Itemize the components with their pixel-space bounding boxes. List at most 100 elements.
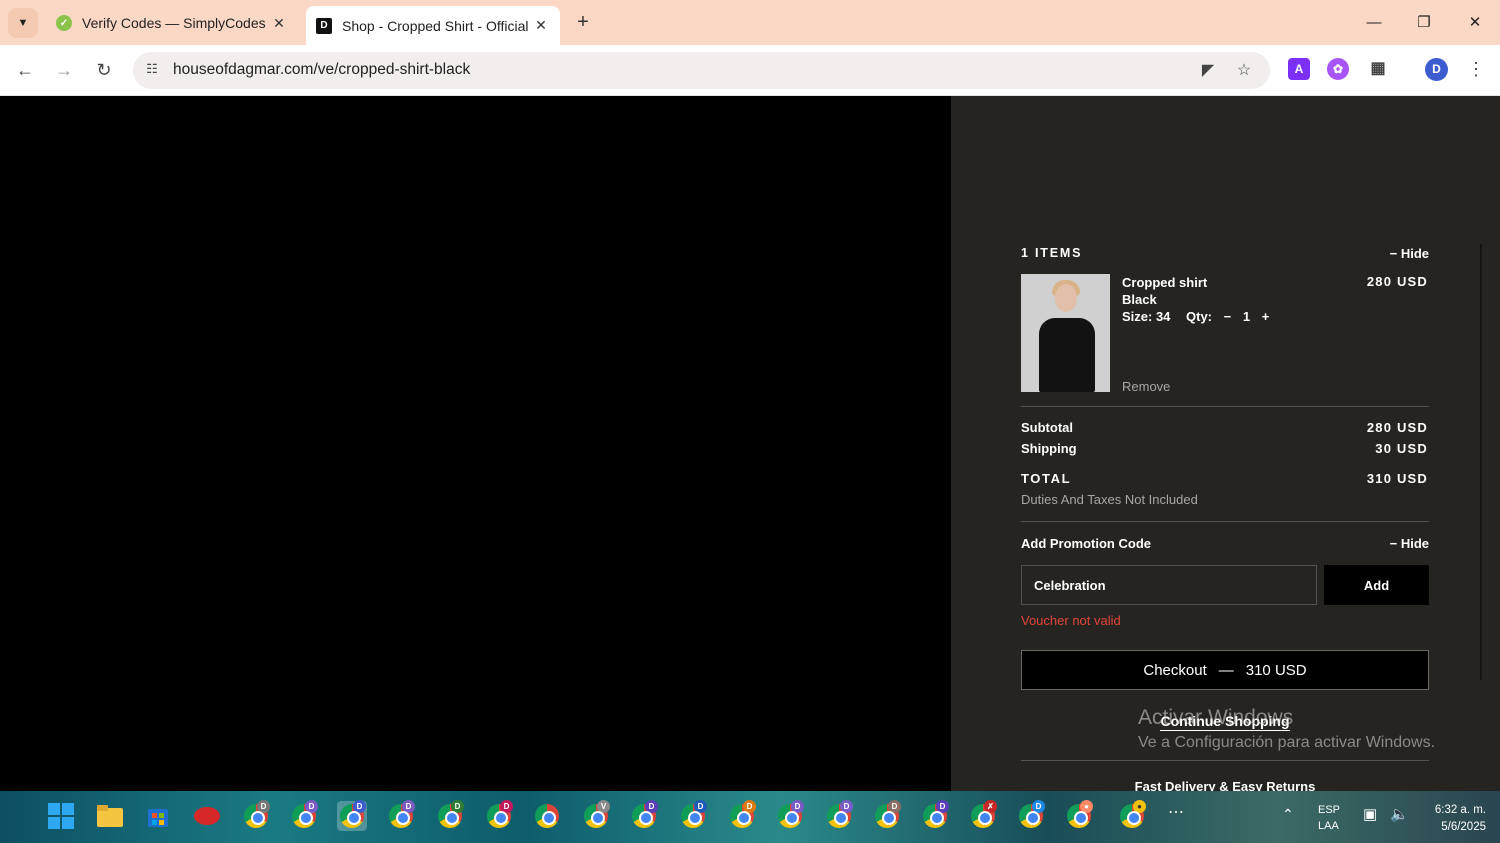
tab-search-button[interactable]: ▼ <box>8 8 38 38</box>
volume-icon[interactable]: 🔈 <box>1390 807 1409 822</box>
chrome-taskbar-icon[interactable] <box>532 801 562 831</box>
chrome-taskbar-icon[interactable]: D <box>386 800 416 831</box>
product-thumbnail[interactable] <box>1021 274 1110 392</box>
close-tab-icon[interactable]: ✕ <box>270 15 288 32</box>
dagmar-icon: D <box>316 17 332 34</box>
total-label: TOTAL <box>1021 471 1072 486</box>
product-size: Size: 34 <box>1122 309 1171 324</box>
add-promo-button[interactable]: Add <box>1324 565 1429 605</box>
app-red-icon[interactable] <box>192 801 222 831</box>
qty-decrease-button[interactable]: − <box>1224 309 1232 324</box>
chrome-taskbar-icon[interactable]: D <box>241 800 271 831</box>
chrome-taskbar-icon[interactable]: D <box>775 800 805 831</box>
chrome-taskbar-icon[interactable]: ✗ <box>968 800 998 831</box>
chrome-taskbar-icon[interactable]: D <box>727 800 757 831</box>
cart-scrollbar[interactable] <box>1480 244 1482 680</box>
chrome-taskbar-icon[interactable]: D <box>484 800 514 831</box>
network-icon[interactable]: ▣ <box>1363 807 1377 822</box>
language-layout: LAA <box>1318 820 1339 832</box>
duties-note: Duties And Taxes Not Included <box>1021 492 1198 507</box>
clock[interactable]: 6:32 a. m. 5/6/2025 <box>1426 802 1486 836</box>
simplycodes-icon: ✓ <box>56 15 72 31</box>
restore-button[interactable]: ❐ <box>1401 8 1447 38</box>
close-window-button[interactable]: ✕ <box>1452 8 1498 38</box>
divider <box>1021 760 1429 761</box>
reload-button[interactable]: ↻ <box>91 57 117 83</box>
shipping-label: Shipping <box>1021 441 1077 456</box>
cart-drawer: 1 ITEMS − Hide Cropped shirt Black 280 U… <box>951 96 1500 791</box>
site-settings-icon[interactable]: ☷ <box>143 61 161 79</box>
chrome-taskbar-icon[interactable]: ● <box>1064 800 1094 831</box>
chrome-taskbar-icon[interactable]: D <box>872 800 902 831</box>
quantity-stepper: Qty: − 1 + <box>1186 309 1269 324</box>
chrome-taskbar-icon[interactable]: D <box>1016 800 1046 831</box>
qty-value: 1 <box>1242 309 1251 324</box>
url-text[interactable]: houseofdagmar.com/ve/cropped-shirt-black <box>173 61 470 79</box>
extension-a-icon[interactable]: A <box>1288 58 1310 80</box>
extensions-puzzle-icon[interactable]: ▦ <box>1367 58 1389 80</box>
checkout-amount: 310 USD <box>1245 661 1307 679</box>
remove-item-link[interactable]: Remove <box>1122 379 1170 394</box>
promo-code-title: Add Promotion Code <box>1021 536 1151 551</box>
promo-code-input[interactable]: Celebration <box>1021 565 1317 605</box>
address-bar[interactable]: ☷ houseofdagmar.com/ve/cropped-shirt-bla… <box>133 52 1270 89</box>
divider <box>1021 521 1429 522</box>
subtotal-value: 280 USD <box>1366 420 1428 435</box>
forward-button[interactable]: → <box>51 57 77 83</box>
chrome-taskbar-icon[interactable]: V <box>581 800 611 831</box>
product-name[interactable]: Cropped shirt <box>1122 274 1207 291</box>
continue-shopping-block: Continue Shopping <box>1021 713 1429 731</box>
checkout-button[interactable]: Checkout — 310 USD <box>1021 650 1429 690</box>
voucher-error: Voucher not valid <box>1021 613 1121 628</box>
tab-title: Verify Codes — SimplyCodes <box>82 15 266 31</box>
total-value: 310 USD <box>1366 471 1428 486</box>
extension-swirl-icon[interactable]: ✿ <box>1327 58 1349 80</box>
bookmark-star-icon[interactable]: ☆ <box>1233 60 1255 82</box>
tab-simplycodes[interactable]: ✓ Verify Codes — SimplyCodes ✕ <box>46 6 298 40</box>
product-name-block: Cropped shirt Black <box>1122 274 1207 308</box>
qty-label: Qty: <box>1186 309 1212 324</box>
minimize-button[interactable]: — <box>1351 8 1397 38</box>
checkout-label: Checkout <box>1143 661 1207 679</box>
new-tab-button[interactable]: + <box>570 10 596 36</box>
shipping-value: 30 USD <box>1375 441 1428 456</box>
qty-increase-button[interactable]: + <box>1262 309 1270 324</box>
tab-title: Shop - Cropped Shirt - Official <box>342 17 529 34</box>
browser-toolbar: ← → ↻ ☷ houseofdagmar.com/ve/cropped-shi… <box>0 45 1500 96</box>
subtotal-label: Subtotal <box>1021 420 1073 435</box>
product-media-area <box>0 96 951 791</box>
show-hidden-icons-chevron[interactable]: ⌃ <box>1282 807 1294 822</box>
start-windows-icon[interactable] <box>46 801 76 831</box>
tray-overflow-icon[interactable]: ⋯ <box>1168 805 1184 821</box>
store-icon[interactable] <box>143 801 173 831</box>
language-indicator[interactable]: ESP LAA <box>1318 802 1340 834</box>
hide-items-link[interactable]: − Hide <box>1390 246 1429 261</box>
divider <box>1021 406 1429 407</box>
cart-items-heading: 1 ITEMS <box>1021 246 1083 260</box>
chrome-taskbar-icon[interactable]: D <box>289 800 319 831</box>
translate-icon[interactable]: ◤ <box>1197 60 1219 82</box>
chrome-taskbar-icon[interactable]: D <box>678 800 708 831</box>
chrome-taskbar-icon[interactable]: D <box>629 800 659 831</box>
file-explorer-icon[interactable] <box>95 801 125 831</box>
windows-taskbar: D D D D D D V D D D D D D D ✗ D ● ● ⋯ ⌃ … <box>0 791 1500 843</box>
close-tab-icon[interactable]: ✕ <box>532 17 550 34</box>
tab-strip: ▼ ✓ Verify Codes — SimplyCodes ✕ D Shop … <box>0 0 1500 45</box>
product-color: Black <box>1122 292 1157 307</box>
chrome-taskbar-icon[interactable]: D <box>824 800 854 831</box>
clock-time: 6:32 a. m. <box>1434 804 1486 816</box>
profile-avatar[interactable]: D <box>1425 58 1448 81</box>
chevron-down-icon: ▼ <box>17 17 29 29</box>
checkout-dash: — <box>1218 661 1234 679</box>
product-price: 280 USD <box>1366 274 1428 289</box>
chrome-taskbar-icon[interactable]: ● <box>1117 800 1147 831</box>
chrome-taskbar-icon[interactable]: D <box>920 800 950 831</box>
continue-shopping-link[interactable]: Continue Shopping <box>1160 713 1290 731</box>
back-button[interactable]: ← <box>12 57 38 83</box>
clock-date: 5/6/2025 <box>1441 821 1486 833</box>
browser-menu-icon[interactable]: ⋮ <box>1466 57 1486 81</box>
tab-dagmar-shop[interactable]: D Shop - Cropped Shirt - Official ✕ <box>306 6 560 45</box>
hide-promo-link[interactable]: − Hide <box>1390 536 1429 551</box>
chrome-taskbar-icon-active[interactable]: D <box>337 800 367 831</box>
chrome-taskbar-icon[interactable]: D <box>435 800 465 831</box>
